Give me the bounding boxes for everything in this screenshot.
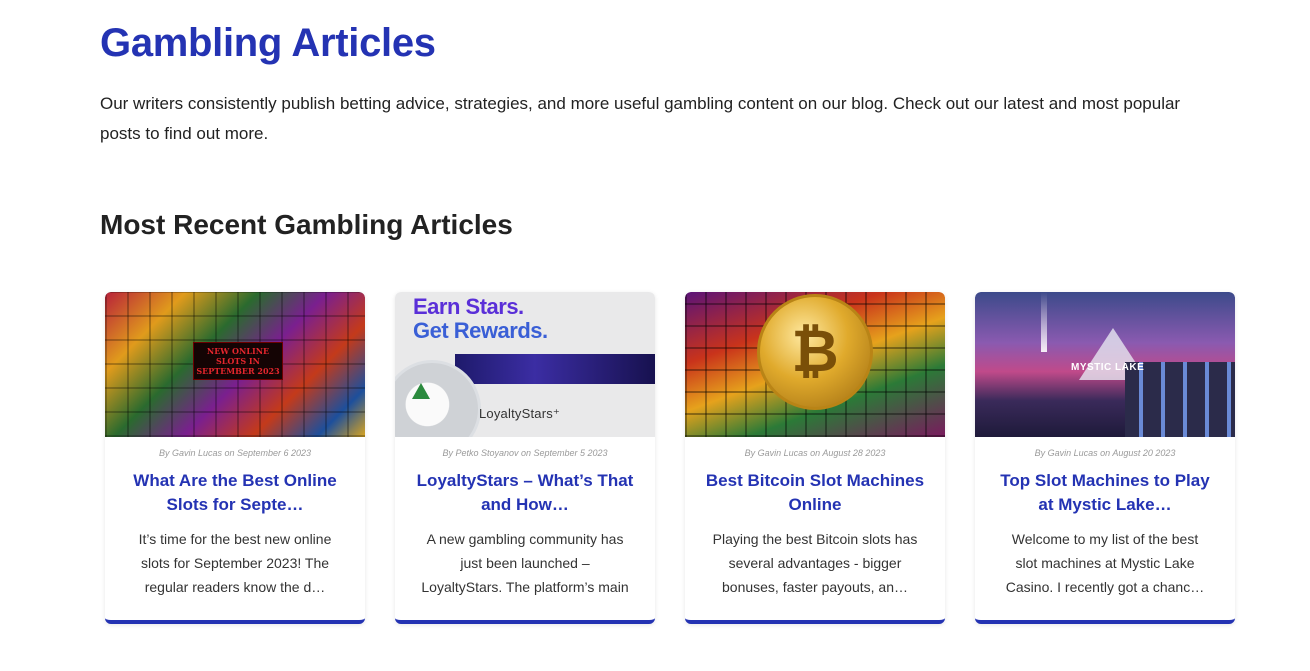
article-thumbnail[interactable]: NEW ONLINE SLOTS IN SEPTEMBER 2023 bbox=[105, 292, 365, 437]
article-meta: By Gavin Lucas on September 6 2023 bbox=[158, 448, 312, 458]
article-card[interactable]: NEW ONLINE SLOTS IN SEPTEMBER 2023 By Ga… bbox=[105, 292, 365, 624]
mystic-lake-logo: MYSTIC LAKE bbox=[1071, 362, 1145, 373]
article-title-link[interactable]: Best Bitcoin Slot Machines Online bbox=[703, 469, 927, 517]
article-thumbnail[interactable]: MYSTIC LAKE bbox=[975, 292, 1235, 437]
page-intro: Our writers consistently publish betting… bbox=[100, 94, 1181, 143]
article-excerpt: Playing the best Bitcoin slots has sever… bbox=[712, 531, 918, 595]
loyaltystars-logo: LoyaltyStars⁺ bbox=[479, 406, 560, 421]
slots-badge: NEW ONLINE SLOTS IN SEPTEMBER 2023 bbox=[193, 342, 283, 380]
article-meta: By Petko Stoyanov on September 5 2023 bbox=[442, 448, 608, 458]
article-meta: By Gavin Lucas on August 28 2023 bbox=[744, 448, 886, 458]
thumbnail-banner bbox=[455, 354, 655, 384]
slot-machines-row bbox=[1125, 362, 1235, 437]
thumbnail-headline: Get Rewards. bbox=[413, 318, 548, 343]
article-title-link[interactable]: What Are the Best Online Slots for Septe… bbox=[123, 469, 347, 517]
thumbnail-headline: Earn Stars. bbox=[413, 294, 524, 319]
bitcoin-symbol: ₿ bbox=[791, 317, 839, 385]
article-card[interactable]: ₿ By Gavin Lucas on August 28 2023 Best … bbox=[685, 292, 945, 624]
article-excerpt: A new gambling community has just been l… bbox=[421, 531, 629, 595]
article-meta: By Gavin Lucas on August 20 2023 bbox=[1034, 448, 1176, 458]
logo-mark-icon bbox=[412, 383, 430, 399]
section-title: Most Recent Gambling Articles bbox=[100, 209, 513, 240]
article-excerpt: Welcome to my list of the best slot mach… bbox=[1005, 531, 1205, 595]
page-title: Gambling Articles bbox=[100, 21, 436, 65]
article-title-link[interactable]: Top Slot Machines to Play at Mystic Lake… bbox=[993, 469, 1217, 517]
article-title-link[interactable]: LoyaltyStars – What’s That and How… bbox=[413, 469, 637, 517]
light-beam bbox=[1041, 292, 1047, 352]
article-thumbnail[interactable]: ₿ bbox=[685, 292, 945, 437]
article-card[interactable]: MYSTIC LAKE By Gavin Lucas on August 20 … bbox=[975, 292, 1235, 624]
article-excerpt: It’s time for the best new online slots … bbox=[138, 531, 332, 595]
article-card[interactable]: Earn Stars. Get Rewards. LoyaltyStars⁺ B… bbox=[395, 292, 655, 624]
bitcoin-coin-icon: ₿ bbox=[757, 294, 873, 410]
article-thumbnail[interactable]: Earn Stars. Get Rewards. LoyaltyStars⁺ bbox=[395, 292, 655, 437]
